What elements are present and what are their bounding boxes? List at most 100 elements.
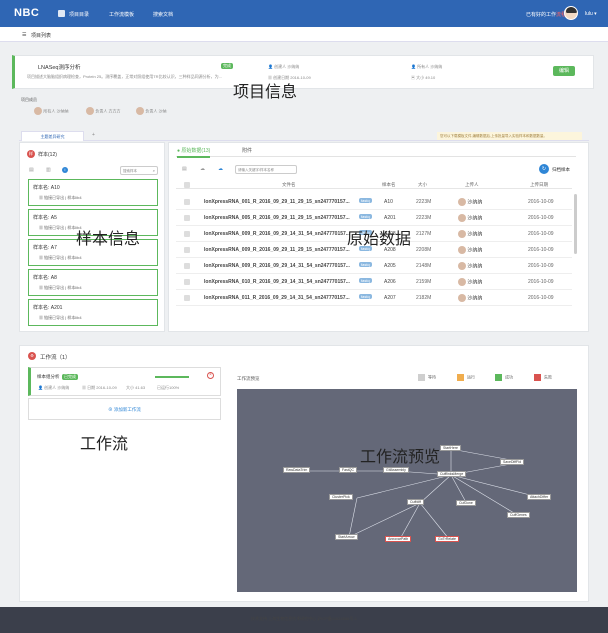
row-checkbox[interactable] (184, 295, 190, 301)
col-size: 大小 (418, 182, 427, 187)
row-uploader: 沙纳纳 (458, 262, 482, 270)
row-date: 2016-10-09 (528, 263, 554, 269)
table-row[interactable]: IonXpressRNA_005_R_2016_09_29_11_29_15_s… (176, 210, 572, 226)
workflow-creator: 👤 创建人 沙纳纳 (38, 385, 70, 390)
col-uploader: 上传人 (465, 182, 479, 187)
row-uploader: 沙纳纳 (458, 278, 482, 286)
workflow-progress-text: 已运行100% (157, 385, 180, 390)
sample-card[interactable]: 样本名: A201 ▦ 链接已导出 | 样本lib4 (28, 299, 158, 326)
uploader-avatar (458, 198, 466, 206)
footer-text: 技术支持 上海生物信息技术研究中心 沪ICP备11024586号-1 (251, 616, 357, 621)
member-leader-2: 负责人 沙纳 (136, 107, 167, 115)
upload-icon[interactable]: ☁ (218, 166, 223, 172)
overlay-project-info: 项目信息 (233, 84, 298, 101)
node-start[interactable]: StartHere (440, 445, 461, 451)
row-checkbox[interactable] (184, 215, 190, 221)
nav-projects[interactable]: 项目目录 (69, 11, 89, 18)
table-scrollbar[interactable] (574, 194, 577, 254)
member-avatar (86, 107, 94, 115)
table-row[interactable]: IonXpressRNA_009_R_2016_09_29_14_31_54_s… (176, 258, 572, 274)
row-sample: A205 (384, 263, 396, 269)
node-cufflinks-merge[interactable]: CufflinksMerge (437, 471, 467, 477)
archive-samples-button[interactable]: 归档样本 (552, 167, 570, 173)
uploader-avatar (458, 214, 466, 222)
uploader-avatar (458, 294, 466, 302)
node-cufdone[interactable]: CufDone (456, 500, 476, 506)
table-row[interactable]: IonXpressRNA_010_R_2016_09_29_14_31_54_s… (176, 274, 572, 290)
node-rawdatatrim[interactable]: RawDataTrim (283, 467, 311, 473)
tab-rawdata[interactable]: ● 原始数据(13) (177, 147, 211, 158)
sample-name: 样本名: A8 (33, 275, 57, 281)
row-checkbox[interactable] (184, 199, 190, 205)
row-uploader: 沙纳纳 (458, 246, 482, 254)
node-fastqc[interactable]: FastQC (339, 467, 358, 473)
nav-workflow-templates[interactable]: 工作流模板 (109, 11, 134, 18)
sample-card[interactable]: 样本名: A8 ▦ 链接已导出 | 样本lib4 (28, 269, 158, 296)
sample-search-input[interactable]: 搜索样本 ⌕ (120, 166, 158, 175)
row-date: 2016-10-09 (528, 215, 554, 221)
delete-sample-icon[interactable]: ▤ (29, 167, 34, 173)
row-size: 2223M (416, 215, 432, 221)
sample-meta: ▦ 链接已导出 | 样本lib4 (39, 195, 82, 200)
workflow-name: 样本组分析 (37, 374, 60, 379)
legend-wait: 等待 (418, 374, 436, 381)
add-workflow-button[interactable]: ⊕ 添加新工作流 (28, 398, 221, 420)
notification-text[interactable]: 已有好的工作流程 (526, 11, 566, 18)
workflow-title: 工作流（1） (40, 355, 71, 361)
node-cuffgenes[interactable]: CuffGenes (507, 512, 530, 518)
member-avatar (136, 107, 144, 115)
select-all-checkbox[interactable] (184, 182, 190, 188)
delete-workflow-icon[interactable]: × (207, 372, 214, 379)
row-filename: IonXpressRNA_005_R_2016_09_29_11_29_15_s… (204, 215, 350, 221)
row-size: 2159M (416, 279, 432, 285)
tab-attachments[interactable]: 附件 (242, 147, 252, 154)
sample-title: 样本(12) (38, 152, 57, 158)
node-gtfassembly[interactable]: GtfAssembly (383, 467, 409, 473)
node-attachdiffer[interactable]: AttachDiffer (527, 494, 552, 500)
info-icon[interactable]: i (62, 167, 68, 173)
row-uploader: 沙纳纳 (458, 198, 482, 206)
row-checkbox[interactable] (184, 279, 190, 285)
row-filename: IonXpressRNA_011_R_2016_09_29_14_31_54_s… (204, 295, 350, 301)
row-date: 2016-10-09 (528, 279, 554, 285)
user-avatar[interactable] (564, 6, 578, 20)
table-row[interactable]: IonXpressRNA_011_R_2016_09_29_14_31_54_s… (176, 290, 572, 306)
legend-success: 成功 (495, 374, 513, 381)
tab-experiment[interactable]: 主题差异研究 (21, 131, 84, 141)
row-checkbox[interactable] (184, 231, 190, 237)
download-icon[interactable]: ☁ (200, 166, 205, 172)
node-cuffdiff[interactable]: Cuffdiff (407, 499, 424, 505)
app-logo[interactable]: NBC (14, 7, 39, 19)
delete-file-icon[interactable]: ▤ (182, 166, 187, 172)
table-row[interactable]: IonXpressRNA_001_R_2016_09_29_11_29_15_s… (176, 194, 572, 210)
workflow-card[interactable] (28, 367, 221, 396)
workflow-status-badge: 已完成 (62, 374, 78, 380)
sample-meta: ▦ 链接已导出 | 样本lib4 (39, 255, 82, 260)
archive-icon[interactable]: ↻ (539, 164, 549, 174)
rawdata-search-input[interactable]: 请输入关键字/样本名称 (235, 165, 297, 174)
uploader-avatar (458, 278, 466, 286)
nav-docs[interactable]: 搜索文档 (153, 11, 173, 18)
breadcrumb-projects[interactable]: 项目列表 (31, 32, 51, 39)
row-filename: IonXpressRNA_001_R_2016_09_29_11_29_15_s… (204, 199, 350, 205)
row-filename: IonXpressRNA_009_R_2016_09_29_11_29_15_s… (204, 247, 350, 253)
node-clusterpick[interactable]: ClusterPick (329, 494, 353, 500)
edit-project-button[interactable]: 编辑 (553, 66, 575, 76)
sample-meta: ▦ 链接已导出 | 样本lib4 (39, 285, 82, 290)
row-checkbox[interactable] (184, 263, 190, 269)
legend-running: 运行 (457, 374, 475, 381)
node-savediff[interactable]: SaveDiffFid (500, 459, 525, 465)
workflow-preview-canvas[interactable]: StartHere RawDataTrim FastQC GtfAssembly… (237, 389, 577, 592)
sample-name: 样本名: A201 (33, 305, 63, 311)
workflow-progress-fill (155, 376, 189, 378)
menu-icon[interactable]: ☰ (22, 32, 26, 38)
sample-card[interactable]: 样本名: A10 ▦ 链接已导出 | 样本lib4 (28, 179, 158, 206)
node-gotrrelate[interactable]: GoTrRelate (435, 536, 459, 542)
node-annovarpath[interactable]: AnnovarPath (385, 536, 412, 542)
add-tab-button[interactable]: + (92, 132, 95, 138)
row-size: 2148M (416, 263, 432, 269)
user-menu[interactable]: lulu ▾ (585, 11, 597, 17)
copy-sample-icon[interactable]: ▥ (46, 167, 51, 173)
node-startarrow[interactable]: StartArrow (335, 534, 358, 540)
row-checkbox[interactable] (184, 247, 190, 253)
